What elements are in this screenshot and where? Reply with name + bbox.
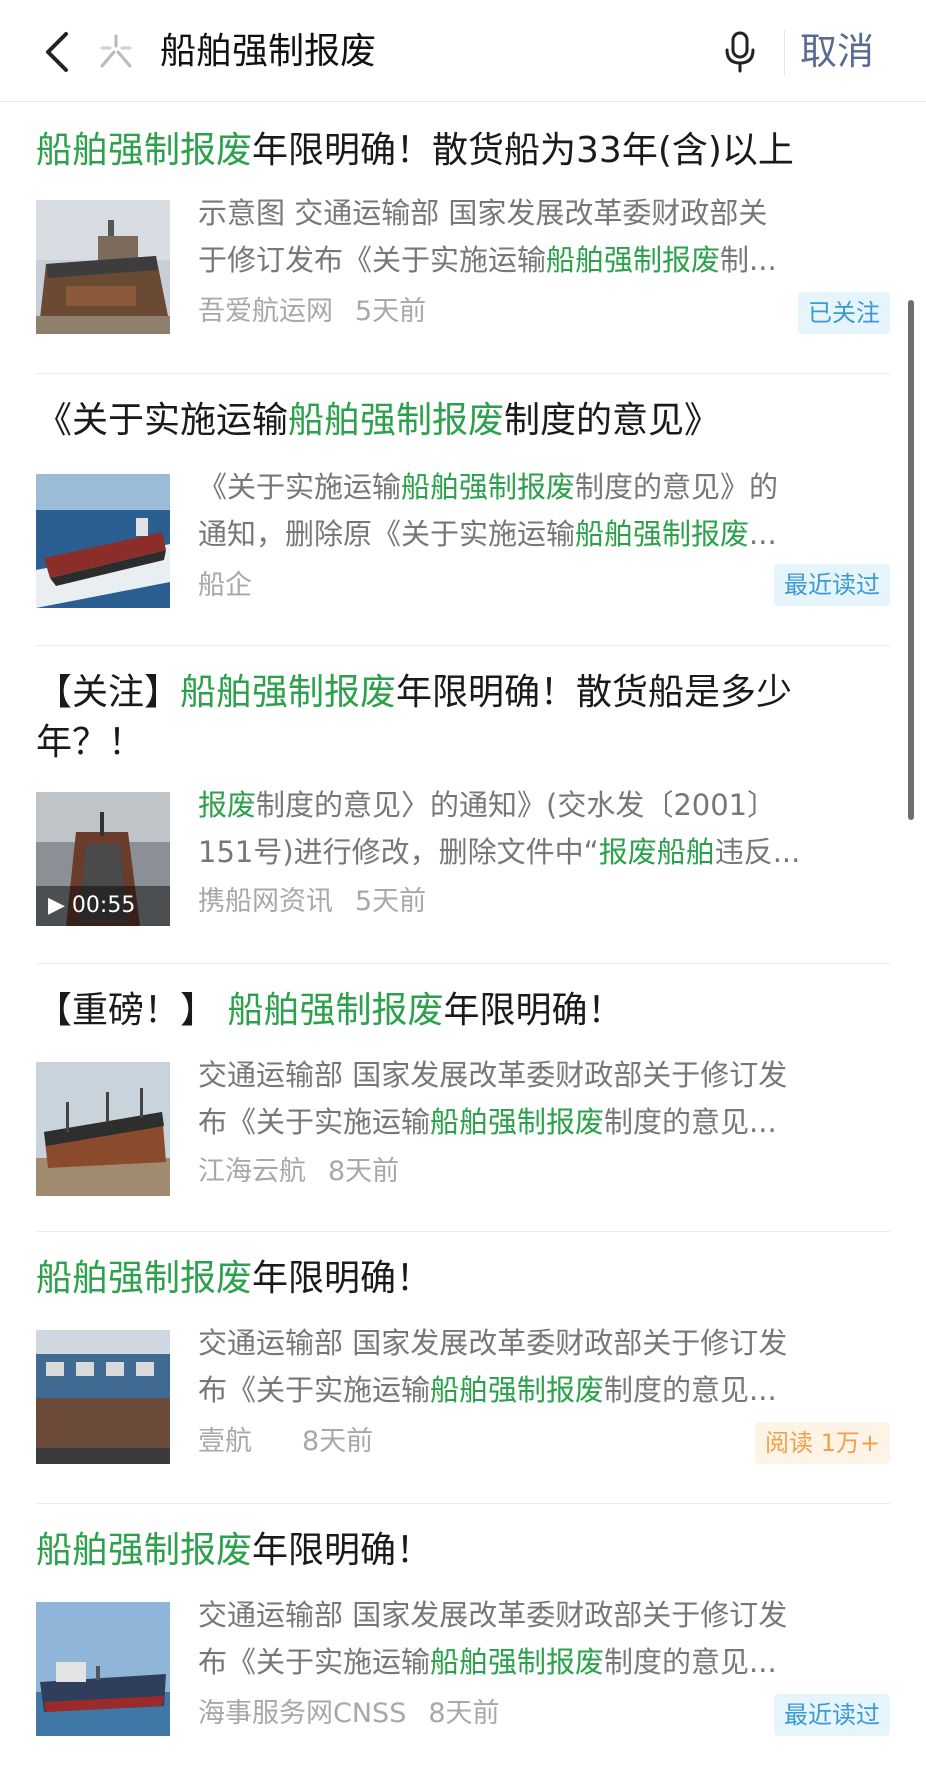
result-snippet: 交通运输部 国家发展改革委财政部关于修订发 布《关于实施运输船舶强制报废制度的意…	[198, 1598, 788, 1679]
chevron-left-icon	[46, 32, 68, 72]
result-meta: 吾爱航运网 5天前	[198, 292, 426, 332]
search-header: 船舶强制报废 取消	[0, 0, 926, 102]
wechat-search-logo-icon	[96, 32, 136, 72]
result-source: 江海云航	[198, 1156, 306, 1187]
result-time: 8天前	[428, 1698, 500, 1729]
result-title: 《关于实施运输船舶强制报废制度的意见》	[36, 400, 721, 441]
result-title: 船舶强制报废年限明确！	[36, 1258, 433, 1299]
result-time: 8天前	[302, 1426, 374, 1457]
status-badge: 最近读过	[774, 1694, 890, 1736]
result-snippet: 交通运输部 国家发展改革委财政部关于修订发 布《关于实施运输船舶强制报废制度的意…	[198, 1326, 788, 1407]
search-input[interactable]: 船舶强制报废	[160, 24, 376, 80]
result-title: 船舶强制报废年限明确！	[36, 1530, 433, 1571]
cancel-button[interactable]: 取消	[800, 24, 874, 80]
result-item[interactable]: 《关于实施运输船舶强制报废制度的意见》 《关于实施运输船舶强制报废制度的意见》的…	[36, 374, 890, 646]
result-time: 5天前	[355, 296, 427, 327]
result-thumbnail: ▶ 00:55	[36, 792, 170, 926]
result-title: 船舶强制报废年限明确！散货船为33年(含)以上	[36, 130, 794, 171]
result-item[interactable]: 船舶强制报废年限明确！ 交通运输部 国家发展改革委财政部关于修订发 布《关于实施…	[36, 1504, 890, 1764]
read-count-badge: 阅读 1万+	[754, 1422, 890, 1464]
result-snippet: 示意图 交通运输部 国家发展改革委财政部关 于修订发布《关于实施运输船舶强制报废…	[198, 196, 777, 277]
result-thumbnail	[36, 474, 170, 608]
result-snippet: 交通运输部 国家发展改革委财政部关于修订发 布《关于实施运输船舶强制报废制度的意…	[198, 1058, 788, 1139]
search-results-list: 船舶强制报废年限明确！散货船为33年(含)以上 示意图 交通运输部 国家发展改革…	[0, 102, 926, 1764]
result-time: 8天前	[328, 1156, 400, 1187]
result-item[interactable]: 船舶强制报废年限明确！散货船为33年(含)以上 示意图 交通运输部 国家发展改革…	[36, 102, 890, 374]
video-duration: ▶ 00:55	[36, 886, 170, 926]
status-badge: 最近读过	[774, 564, 890, 606]
result-item[interactable]: 船舶强制报废年限明确！ 交通运输部 国家发展改革委财政部关于修订发 布《关于实施…	[36, 1232, 890, 1504]
result-snippet: 报废制度的意见〉的通知》(交水发〔2001〕 151号)进行修改，删除文件中“报…	[198, 788, 801, 869]
result-source: 壹航	[198, 1426, 252, 1457]
result-title: 【重磅！】 船舶强制报废年限明确！	[36, 990, 624, 1031]
result-thumbnail	[36, 1602, 170, 1736]
result-thumbnail	[36, 200, 170, 334]
result-meta: 携船网资讯 5天前	[198, 882, 426, 922]
result-source: 吾爱航运网	[198, 296, 333, 327]
back-button[interactable]	[38, 28, 78, 76]
result-item[interactable]: 【关注】船舶强制报废年限明确！散货船是多少年？！ ▶ 00:55 报废制度的意见…	[36, 646, 890, 964]
header-divider	[784, 30, 785, 76]
result-source: 船企	[198, 570, 252, 601]
result-source: 携船网资讯	[198, 886, 333, 917]
result-snippet: 《关于实施运输船舶强制报废制度的意见》的 通知，删除原《关于实施运输船舶强制报废…	[198, 470, 779, 551]
status-badge: 已关注	[798, 292, 890, 334]
microphone-icon	[725, 31, 755, 73]
result-meta: 壹航 8天前	[198, 1422, 373, 1462]
result-source: 海事服务网CNSS	[198, 1698, 407, 1729]
result-thumbnail	[36, 1062, 170, 1196]
result-item[interactable]: 【重磅！】 船舶强制报废年限明确！ 交通运输部 国家发展改革委财政部关于修订发 …	[36, 964, 890, 1232]
result-meta: 海事服务网CNSS 8天前	[198, 1694, 500, 1734]
voice-input-button[interactable]	[722, 30, 758, 74]
result-meta: 江海云航 8天前	[198, 1152, 399, 1192]
result-time: 5天前	[355, 886, 427, 917]
result-thumbnail	[36, 1330, 170, 1464]
result-title: 【关注】船舶强制报废年限明确！散货船是多少年？！	[36, 672, 793, 763]
result-meta: 船企	[198, 566, 252, 606]
